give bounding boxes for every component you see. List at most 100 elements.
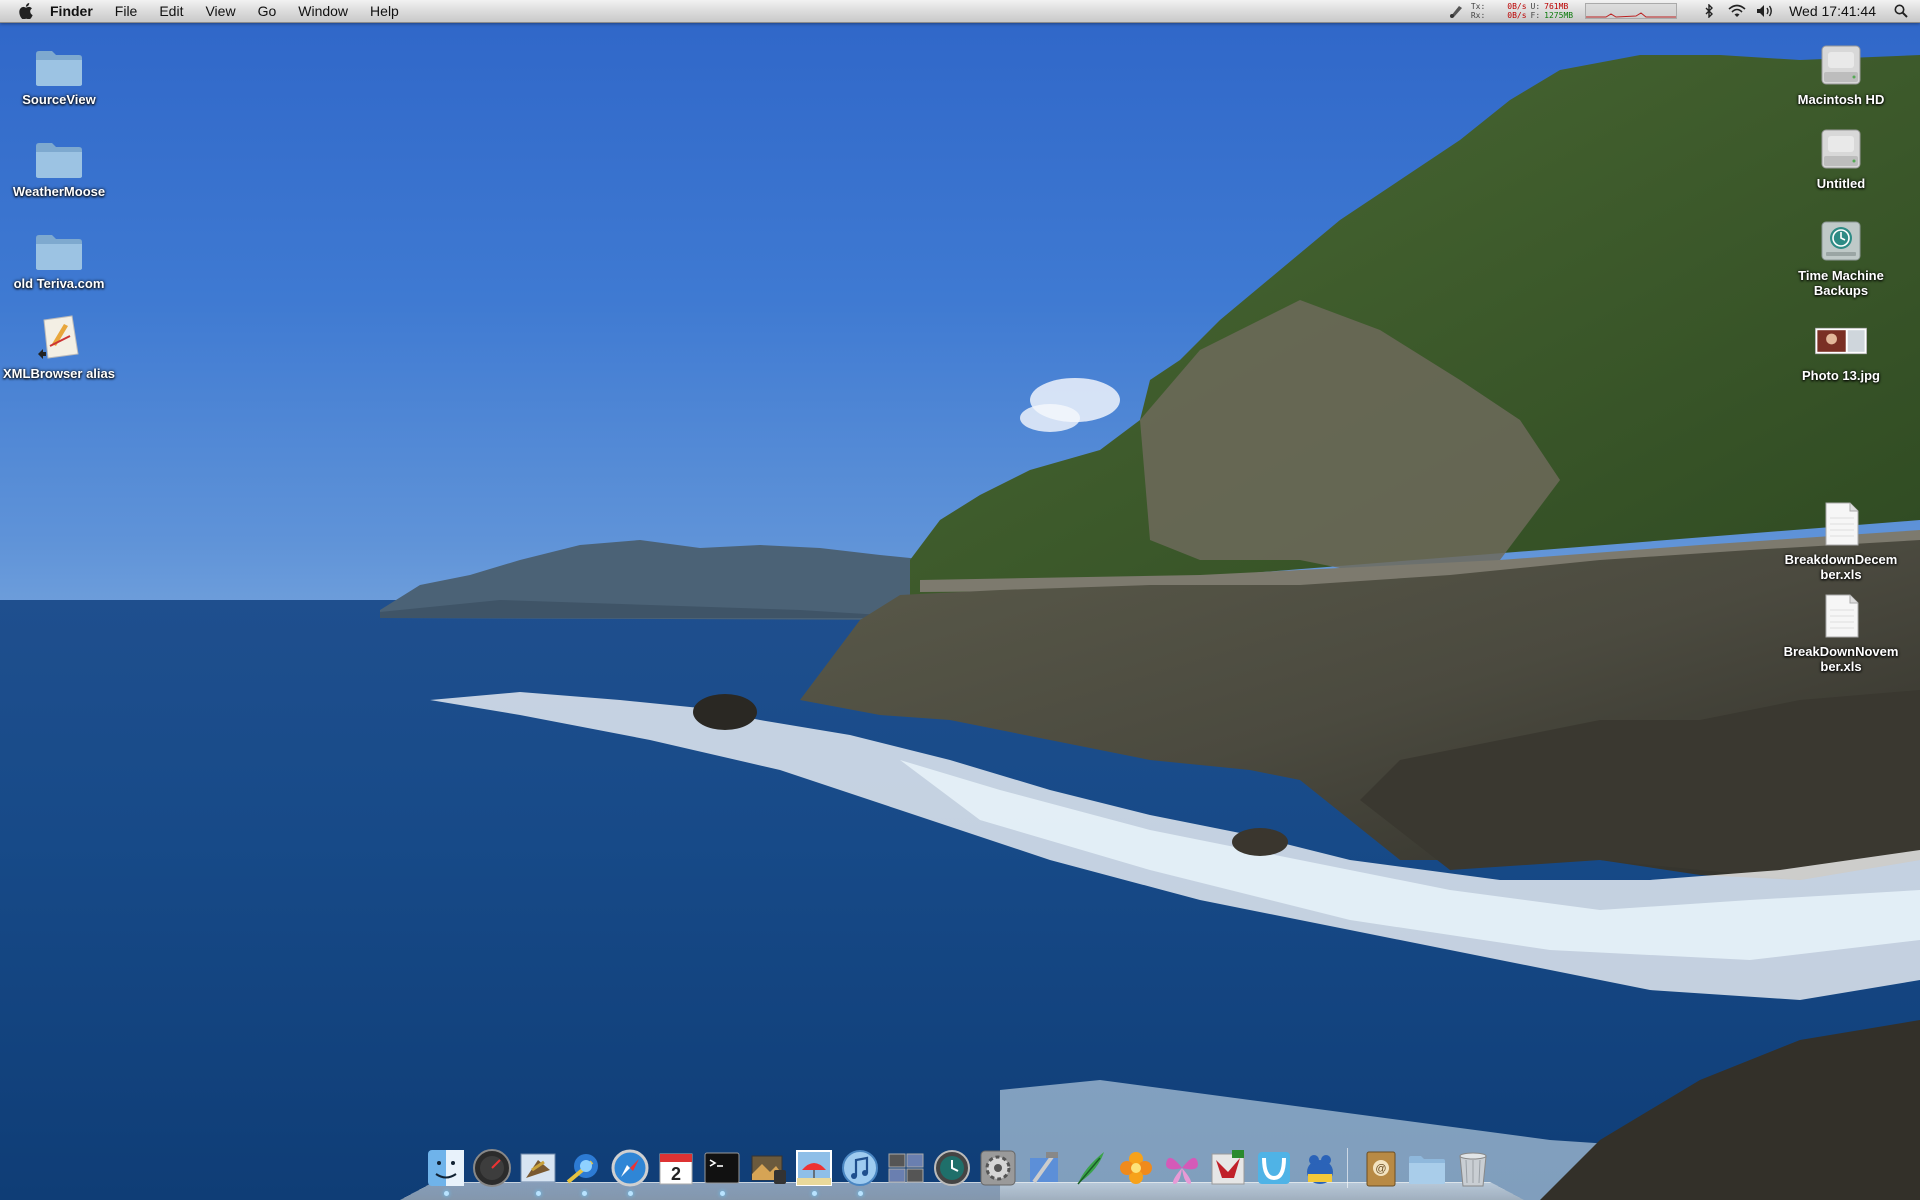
desktop-icon-untitled[interactable]: Untitled	[1782, 118, 1900, 191]
calendar-icon: 2	[656, 1148, 696, 1188]
dock-flower-app[interactable]	[1115, 1144, 1157, 1188]
xls-file-icon	[1814, 586, 1868, 640]
bluetooth-icon[interactable]	[1698, 0, 1720, 22]
butterfly-icon	[1162, 1148, 1202, 1188]
svg-text:@: @	[1375, 1163, 1386, 1175]
desktop-icon-photo-13[interactable]: Photo 13.jpg	[1782, 310, 1900, 383]
dock-itunes[interactable]	[839, 1144, 881, 1188]
desktop-icon-label: BreakDownNovember.xls	[1782, 644, 1900, 674]
menu-window[interactable]: Window	[287, 0, 359, 22]
menu-clock[interactable]: Wed 17:41:44	[1789, 3, 1876, 19]
dock-finder[interactable]	[425, 1144, 467, 1188]
menu-go[interactable]: Go	[247, 0, 288, 22]
dock-ical[interactable]: 2	[655, 1144, 697, 1188]
network-memory-monitor[interactable]: Tx: Rx: 0B/s 0B/s U: F: 761MB 1275MB	[1471, 2, 1573, 20]
spaces-icon	[886, 1148, 926, 1188]
cpu-graph[interactable]	[1585, 3, 1677, 19]
flashcard-icon	[1208, 1148, 1248, 1188]
mail-icon	[518, 1148, 558, 1188]
free-label: F:	[1531, 11, 1541, 20]
running-indicator	[444, 1191, 449, 1196]
menu-view[interactable]: View	[194, 0, 246, 22]
menu-finder[interactable]: Finder	[50, 0, 104, 22]
dock-system-preferences[interactable]	[977, 1144, 1019, 1188]
desktop-icon-label: old Teriva.com	[14, 276, 105, 291]
dock-dashboard[interactable]	[471, 1144, 513, 1188]
menu-help[interactable]: Help	[359, 0, 410, 22]
tx-rate: 0B/s	[1507, 2, 1526, 11]
xcode-icon	[1024, 1148, 1064, 1188]
dock-butterfly-app[interactable]	[1161, 1144, 1203, 1188]
dock-trash[interactable]	[1452, 1144, 1494, 1188]
running-indicator	[812, 1191, 817, 1196]
desktop-icon-xmlbrowser-alias[interactable]: XMLBrowser alias	[0, 308, 118, 381]
hard-drive-icon	[1814, 34, 1868, 88]
rx-label: Rx:	[1471, 11, 1485, 20]
wifi-icon[interactable]	[1726, 0, 1748, 22]
apple-icon[interactable]	[16, 0, 36, 22]
quill-icon	[1070, 1148, 1110, 1188]
desktop-icon-sourceview[interactable]: SourceView	[0, 34, 118, 107]
folder-icon	[32, 218, 86, 272]
calendar-day: 2	[671, 1164, 681, 1184]
desktop-icon-label: Photo 13.jpg	[1802, 368, 1880, 383]
dock-preview[interactable]	[793, 1144, 835, 1188]
free-memory: 1275MB	[1544, 11, 1573, 20]
dock-address-book[interactable]: @	[1360, 1144, 1402, 1188]
xls-file-icon	[1814, 494, 1868, 548]
itunes-icon	[840, 1148, 880, 1188]
desktop-icon-old-teriva[interactable]: old Teriva.com	[0, 218, 118, 291]
preview-icon	[794, 1148, 834, 1188]
hard-drive-icon	[1814, 118, 1868, 172]
dock-safari[interactable]	[609, 1144, 651, 1188]
desktop-icon-label: XMLBrowser alias	[3, 366, 115, 381]
running-indicator	[536, 1191, 541, 1196]
adium-icon	[1300, 1148, 1340, 1188]
running-indicator	[858, 1191, 863, 1196]
menu-file[interactable]: File	[104, 0, 149, 22]
used-memory: 761MB	[1544, 2, 1573, 11]
dock: 2 @	[400, 1134, 1524, 1200]
dock-time-machine[interactable]	[931, 1144, 973, 1188]
rx-rate: 0B/s	[1507, 11, 1526, 20]
trash-icon	[1453, 1148, 1493, 1188]
folder-icon	[32, 126, 86, 180]
folder-icon	[1407, 1148, 1447, 1188]
volume-icon[interactable]	[1754, 0, 1776, 22]
dock-network-tool[interactable]	[563, 1144, 605, 1188]
desktop-icon-weathermoose[interactable]: WeatherMoose	[0, 126, 118, 199]
dock-iphoto[interactable]	[747, 1144, 789, 1188]
desktop-icon-breakdown-november[interactable]: BreakDownNovember.xls	[1782, 586, 1900, 674]
dock-mail[interactable]	[517, 1144, 559, 1188]
dock-xcode[interactable]	[1023, 1144, 1065, 1188]
desktop-icon-label: Untitled	[1817, 176, 1865, 191]
finder-icon	[426, 1148, 466, 1188]
script-icon[interactable]	[1446, 0, 1468, 22]
desktop-icon-breakdown-december[interactable]: BreakdownDecember.xls	[1782, 494, 1900, 582]
tx-label: Tx:	[1471, 2, 1485, 11]
dock-quill-app[interactable]	[1069, 1144, 1111, 1188]
dock-terminal[interactable]	[701, 1144, 743, 1188]
safari-icon	[610, 1148, 650, 1188]
spotlight-icon[interactable]	[1888, 0, 1914, 22]
dock-separator	[1347, 1148, 1354, 1188]
folder-icon	[32, 34, 86, 88]
used-label: U:	[1531, 2, 1541, 11]
dock-folder-stack[interactable]	[1406, 1144, 1448, 1188]
network-tool-icon	[564, 1148, 604, 1188]
status-menus: Tx: Rx: 0B/s 0B/s U: F: 761MB 1275MB Wed…	[1443, 0, 1920, 22]
desktop-icon-time-machine-backups[interactable]: Time Machine Backups	[1782, 210, 1900, 298]
desktop-icon-macintosh-hd[interactable]: Macintosh HD	[1782, 34, 1900, 107]
photo-file-icon	[1814, 310, 1868, 364]
time-machine-drive-icon	[1814, 210, 1868, 264]
textwrangler-icon	[1254, 1148, 1294, 1188]
running-indicator	[628, 1191, 633, 1196]
dock-textwrangler[interactable]	[1253, 1144, 1295, 1188]
iphoto-icon	[748, 1148, 788, 1188]
dock-adium[interactable]	[1299, 1144, 1341, 1188]
running-indicator	[720, 1191, 725, 1196]
desktop-icon-label: Time Machine Backups	[1782, 268, 1900, 298]
dock-spaces[interactable]	[885, 1144, 927, 1188]
menu-edit[interactable]: Edit	[148, 0, 194, 22]
dock-flashcard-app[interactable]	[1207, 1144, 1249, 1188]
